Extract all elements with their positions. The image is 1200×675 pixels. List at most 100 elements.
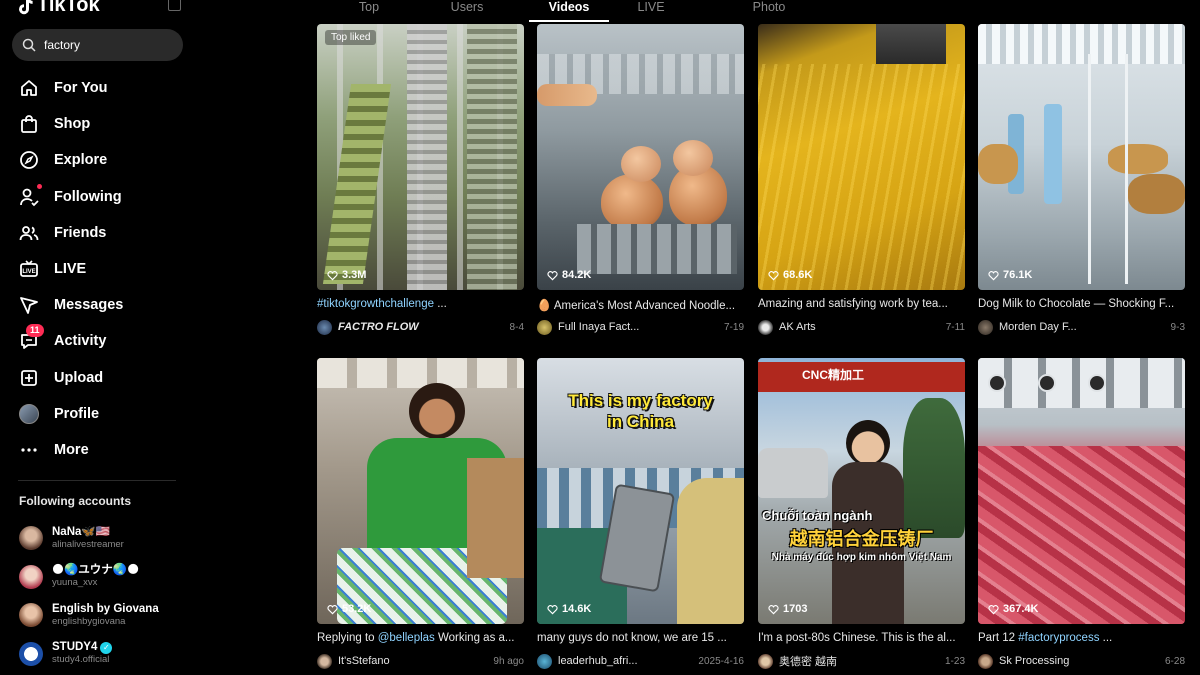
video-thumbnail[interactable]: 367.4K: [978, 358, 1185, 624]
tab-videos[interactable]: Videos: [529, 0, 609, 22]
video-description[interactable]: Replying to @belleplas Working as a...: [317, 632, 524, 647]
hashtag-link[interactable]: #factoryprocess: [1018, 632, 1099, 644]
nav-label: Upload: [54, 369, 104, 386]
nav-messages[interactable]: Messages: [0, 287, 195, 323]
video-author[interactable]: AK Arts: [779, 321, 940, 333]
nav-label: Shop: [54, 116, 91, 133]
video-date: 7-11: [945, 321, 965, 333]
following-account[interactable]: English by Giovana englishbygiovana: [19, 596, 189, 635]
video-overlay-vn2: Nhà máy đúc hợp kim nhôm Việt Nam: [771, 552, 952, 563]
nav-label: For You: [54, 80, 108, 97]
video-date: 9-3: [1170, 321, 1185, 333]
sidebar: TikTok For You Shop Explore: [0, 0, 195, 675]
video-description[interactable]: Dog Milk to Chocolate — Shocking F...: [978, 298, 1185, 313]
video-card[interactable]: 53.2K Replying to @belleplas Working as …: [317, 358, 524, 669]
video-thumbnail[interactable]: Top liked 3.3M: [317, 24, 524, 290]
home-icon: [18, 77, 40, 99]
search-input[interactable]: [44, 38, 164, 52]
live-tv-icon: LIVE: [18, 258, 40, 280]
heart-icon: [768, 270, 779, 280]
avatar[interactable]: [317, 319, 332, 335]
tiktok-logo[interactable]: TikTok: [17, 0, 100, 17]
compass-icon: [18, 149, 40, 171]
video-author[interactable]: FACTRO FLOW: [338, 321, 504, 333]
nav-label: LIVE: [54, 261, 87, 278]
tab-top[interactable]: Top: [315, 0, 423, 20]
video-thumbnail[interactable]: CNC精加工 Chuỗi toàn ngành 越南铝合金压铸厂 Nhà máy…: [758, 358, 965, 624]
account-name: STUDY4 ✓: [52, 641, 113, 654]
avatar[interactable]: [317, 653, 332, 669]
avatar[interactable]: [758, 653, 773, 669]
nav-label: Profile: [54, 405, 100, 422]
video-description[interactable]: I'm a post-80s Chinese. This is the al..…: [758, 632, 965, 647]
avatar: [19, 641, 43, 666]
video-meta: FACTRO FLOW 8-4: [317, 319, 524, 335]
video-description[interactable]: many guys do not know, we are 15 ...: [537, 632, 744, 647]
account-name: 🌑🌏ユウナ🌏🌑: [52, 564, 140, 577]
nav-profile[interactable]: Profile: [0, 396, 195, 432]
mention-link[interactable]: @belleplas: [378, 632, 435, 644]
video-thumbnail[interactable]: 76.1K: [978, 24, 1185, 290]
avatar[interactable]: [758, 319, 773, 335]
video-card[interactable]: CNC精加工 Chuỗi toàn ngành 越南铝合金压铸厂 Nhà máy…: [758, 358, 965, 669]
video-thumbnail[interactable]: This is my factory in China 14.6K: [537, 358, 744, 624]
activity-message-icon: 11: [18, 324, 44, 352]
following-account[interactable]: STUDY4 ✓ study4.official: [19, 635, 189, 674]
view-count: 53.2K: [327, 603, 371, 615]
video-description[interactable]: Amazing and satisfying work by tea...: [758, 298, 965, 313]
video-thumbnail[interactable]: 53.2K: [317, 358, 524, 624]
tab-users[interactable]: Users: [423, 0, 511, 20]
nav-upload[interactable]: Upload: [0, 360, 195, 396]
account-handle: alinalivestreamer: [52, 538, 124, 550]
heart-icon: [988, 270, 999, 280]
video-thumbnail[interactable]: 68.6K: [758, 24, 965, 290]
nav-live[interactable]: LIVE LIVE: [0, 251, 195, 287]
tab-live[interactable]: LIVE: [621, 0, 681, 20]
view-count: 1703: [768, 603, 807, 615]
video-card[interactable]: Top liked 3.3M #tiktokgrowthchallenge ..…: [317, 24, 524, 335]
video-author[interactable]: leaderhub_afri...: [558, 655, 692, 667]
video-thumbnail[interactable]: 84.2K: [537, 24, 744, 290]
video-description[interactable]: Part 12 #factoryprocess ...: [978, 632, 1185, 647]
video-author[interactable]: It'sStefano: [338, 655, 487, 667]
nav-shop[interactable]: Shop: [0, 106, 195, 142]
search-icon: [22, 38, 36, 52]
nav-activity[interactable]: 11 Activity: [0, 323, 195, 359]
following-accounts-list: NaNa🦋🇺🇸 alinalivestreamer 🌑🌏ユウナ🌏🌑 yuuna_…: [19, 519, 189, 673]
view-count: 76.1K: [988, 269, 1032, 281]
nav-label: Friends: [54, 224, 107, 241]
tiktok-note-icon: [19, 0, 33, 14]
video-card[interactable]: 84.2K 🥚 America's Most Advanced Noodle..…: [537, 24, 744, 335]
heart-icon: [768, 604, 779, 614]
avatar[interactable]: [537, 319, 552, 335]
collapse-sidebar-icon[interactable]: [168, 0, 181, 11]
video-author[interactable]: 奥德密 越南: [779, 653, 939, 669]
following-account[interactable]: 🌑🌏ユウナ🌏🌑 yuuna_xvx: [19, 558, 189, 597]
nav-label: More: [54, 441, 89, 458]
video-date: 9h ago: [493, 655, 524, 667]
avatar[interactable]: [978, 653, 993, 669]
following-account[interactable]: NaNa🦋🇺🇸 alinalivestreamer: [19, 519, 189, 558]
video-card[interactable]: This is my factory in China 14.6K many g…: [537, 358, 744, 669]
video-author[interactable]: Morden Day F...: [999, 321, 1165, 333]
nav-following[interactable]: Following: [0, 179, 195, 215]
nav-explore[interactable]: Explore: [0, 142, 195, 178]
video-card[interactable]: 68.6K Amazing and satisfying work by tea…: [758, 24, 965, 335]
nav-for-you[interactable]: For You: [0, 70, 195, 106]
video-date: 2025-4-16: [698, 655, 744, 667]
avatar[interactable]: [537, 653, 552, 669]
video-description[interactable]: #tiktokgrowthchallenge ...: [317, 298, 524, 313]
video-card[interactable]: 76.1K Dog Milk to Chocolate — Shocking F…: [978, 24, 1185, 335]
search-box[interactable]: [12, 29, 183, 61]
video-author[interactable]: Full Inaya Fact...: [558, 321, 718, 333]
tab-photo[interactable]: Photo: [729, 0, 809, 20]
video-description[interactable]: 🥚 America's Most Advanced Noodle...: [537, 298, 744, 313]
hashtag-link[interactable]: #tiktokgrowthchallenge: [317, 298, 434, 310]
video-author[interactable]: Sk Processing: [999, 655, 1159, 667]
nav-more[interactable]: More: [0, 432, 195, 468]
video-card[interactable]: 367.4K Part 12 #factoryprocess ... Sk Pr…: [978, 358, 1185, 669]
brand-name: TikTok: [37, 0, 100, 16]
avatar[interactable]: [978, 319, 993, 335]
heart-icon: [547, 604, 558, 614]
nav-friends[interactable]: Friends: [0, 215, 195, 251]
